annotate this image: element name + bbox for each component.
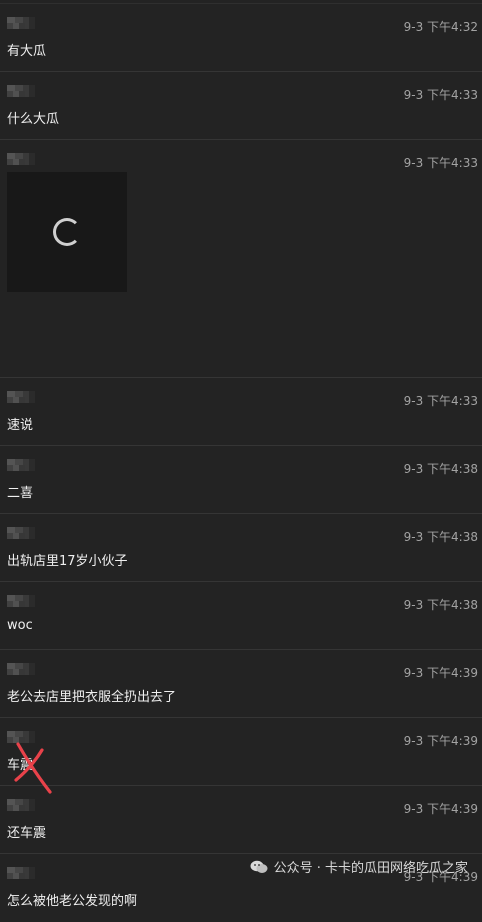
message-text: 怎么被他老公发现的啊 [7, 894, 138, 909]
message-time: 9-3 下午4:39 [403, 666, 478, 680]
message-item[interactable]: 9-3 下午4:38 二喜 [0, 446, 482, 514]
message-item[interactable]: 9-3 下午4:38 woc [0, 582, 482, 650]
message-text: woc [7, 618, 33, 633]
message-item[interactable]: 9-3 下午4:38 出轨店里17岁小伙子 [0, 514, 482, 582]
message-text: 速说 [7, 418, 34, 433]
avatar[interactable] [7, 527, 35, 539]
message-item[interactable]: 9-3 下午4:32 有大瓜 [0, 4, 482, 72]
message-time: 9-3 下午4:38 [403, 462, 478, 476]
message-list: 9-3 下午4:32 有大瓜 9-3 下午4:33 什么大瓜 9-3 下午4:3… [0, 4, 482, 922]
message-time: 9-3 下午4:38 [403, 530, 478, 544]
avatar[interactable] [7, 85, 35, 97]
message-text: 有大瓜 [7, 44, 47, 59]
avatar[interactable] [7, 153, 35, 165]
avatar[interactable] [7, 867, 35, 879]
loading-spinner-icon [53, 218, 81, 246]
message-time: 9-3 下午4:39 [403, 734, 478, 748]
wechat-icon [250, 860, 268, 873]
message-text: 车震 [7, 758, 34, 773]
watermark-text: 公众号 · 卡卡的瓜田网络吃瓜之家 [273, 861, 468, 876]
message-item-image[interactable]: 9-3 下午4:33 [0, 140, 482, 378]
avatar[interactable] [7, 595, 35, 607]
message-text: 出轨店里17岁小伙子 [7, 554, 128, 569]
message-time: 9-3 下午4:33 [403, 394, 478, 408]
message-time: 9-3 下午4:39 [403, 802, 478, 816]
avatar[interactable] [7, 663, 35, 675]
message-time: 9-3 下午4:38 [403, 598, 478, 612]
message-text: 二喜 [7, 486, 34, 501]
watermark: 公众号 · 卡卡的瓜田网络吃瓜之家 [250, 857, 468, 876]
avatar[interactable] [7, 391, 35, 403]
image-thumbnail[interactable] [7, 172, 127, 292]
message-item[interactable]: 9-3 下午4:33 什么大瓜 [0, 72, 482, 140]
message-item[interactable]: 9-3 下午4:39 还车震 [0, 786, 482, 854]
message-item[interactable]: 9-3 下午4:39 车震 [0, 718, 482, 794]
message-text: 还车震 [7, 826, 47, 841]
avatar[interactable] [7, 799, 35, 811]
message-time: 9-3 下午4:32 [403, 20, 478, 34]
message-text: 什么大瓜 [7, 112, 60, 127]
message-item[interactable]: 9-3 下午4:33 速说 [0, 378, 482, 446]
message-item[interactable]: 9-3 下午4:39 老公去店里把衣服全扔出去了 [0, 650, 482, 718]
avatar[interactable] [7, 459, 35, 471]
message-time: 9-3 下午4:33 [403, 156, 478, 170]
message-text: 老公去店里把衣服全扔出去了 [7, 690, 177, 705]
message-time: 9-3 下午4:33 [403, 88, 478, 102]
avatar[interactable] [7, 17, 35, 29]
avatar[interactable] [7, 731, 35, 743]
